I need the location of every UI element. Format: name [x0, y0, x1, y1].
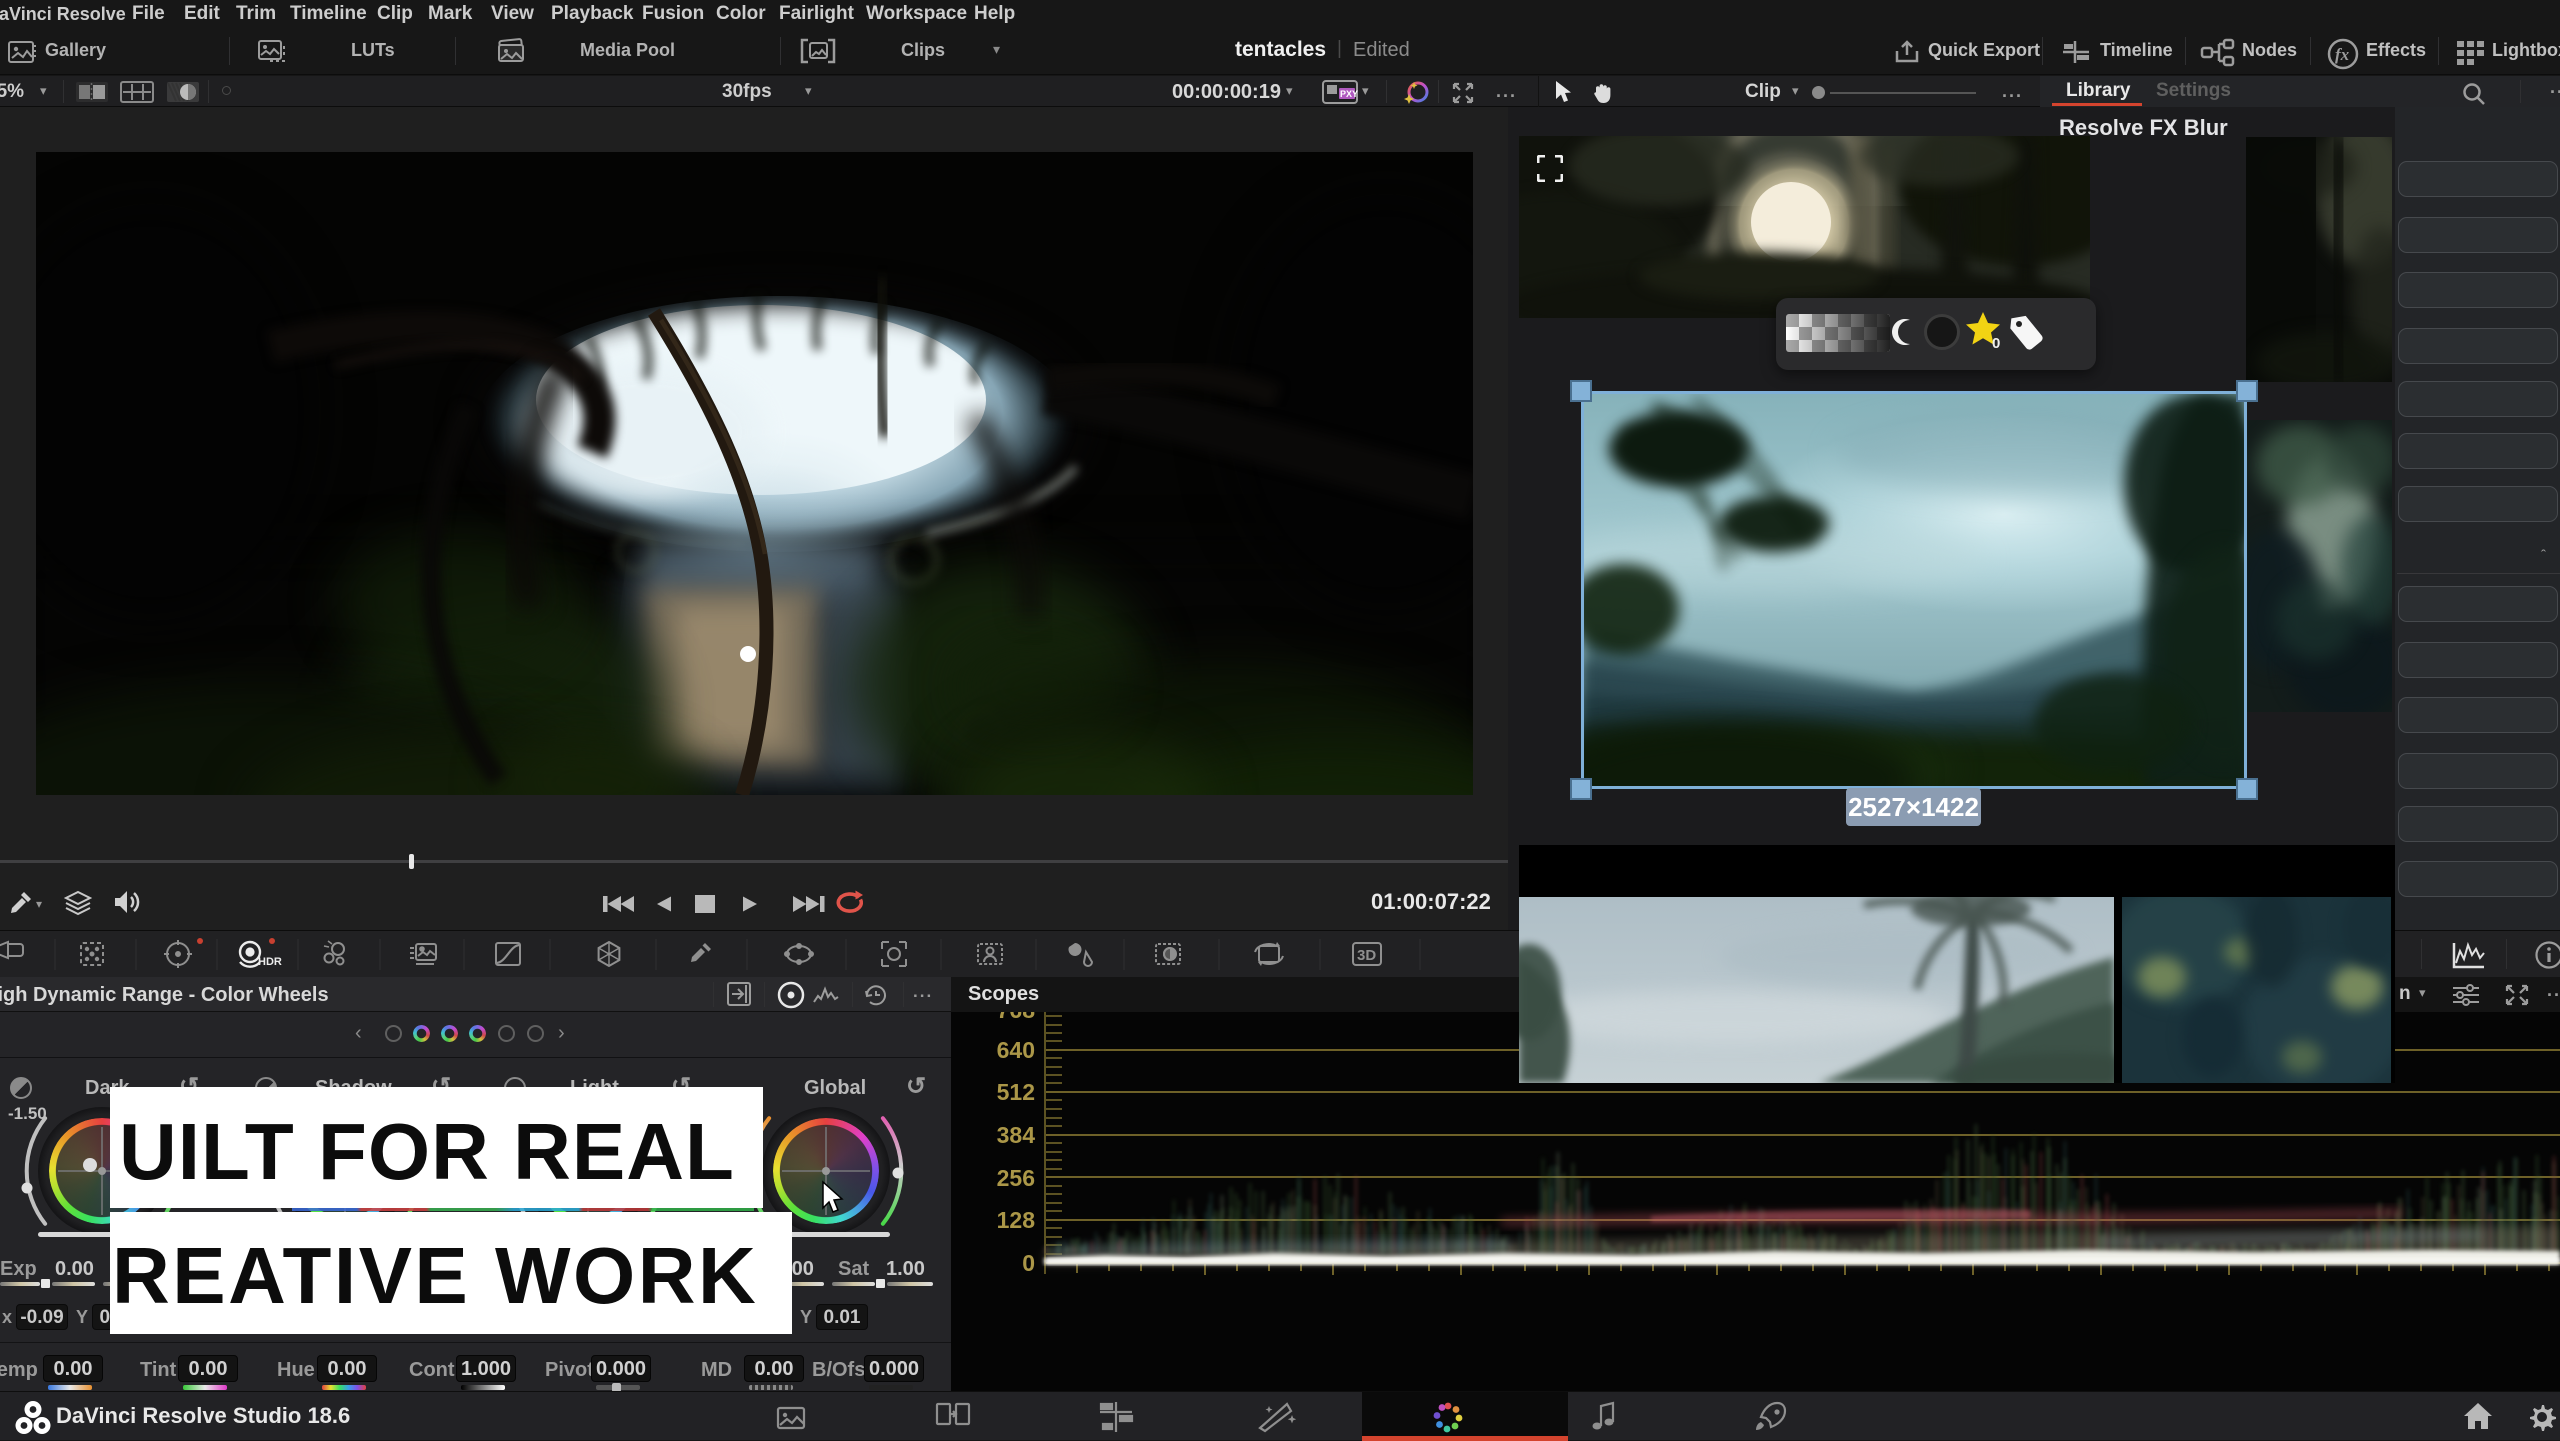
svg-text:256: 256: [997, 1165, 1035, 1191]
svg-text:PXY: PXY: [1340, 89, 1358, 99]
svg-text:0: 0: [1022, 1250, 1035, 1276]
svg-text:0: 0: [1992, 335, 2000, 352]
svg-text:768: 768: [997, 1012, 1036, 1023]
svg-text:HDR: HDR: [258, 956, 282, 968]
svg-text:128: 128: [997, 1207, 1036, 1233]
svg-text:384: 384: [997, 1122, 1036, 1148]
svg-text:640: 640: [997, 1037, 1035, 1063]
svg-text:3D: 3D: [1357, 947, 1376, 964]
svg-text:512: 512: [997, 1079, 1035, 1105]
svg-text:fx: fx: [2335, 45, 2350, 64]
